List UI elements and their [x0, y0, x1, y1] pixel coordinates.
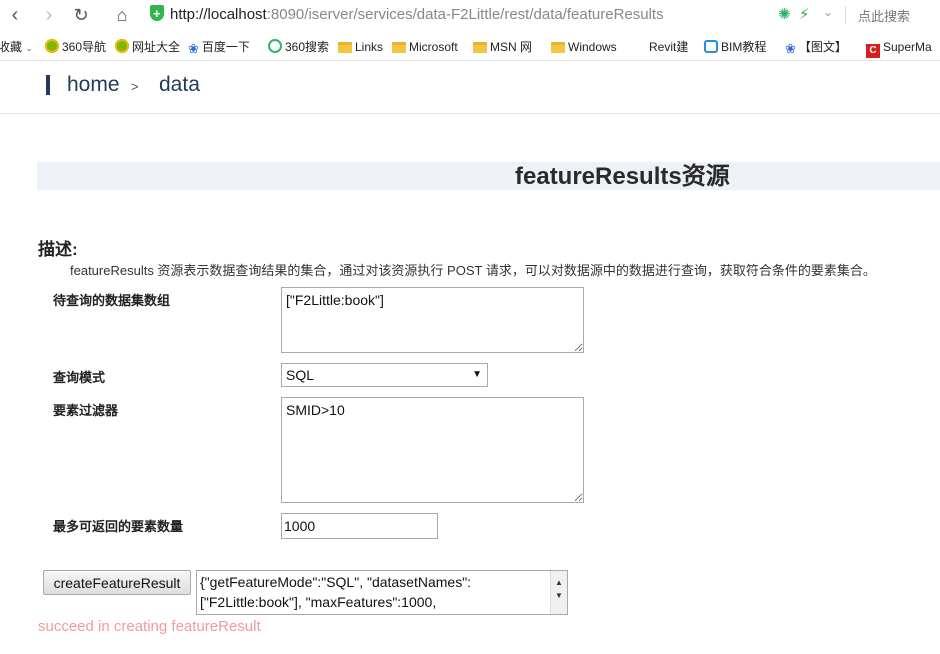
scroll-down-icon[interactable]: ▼: [555, 586, 563, 606]
breadcrumb-data-link[interactable]: data: [159, 72, 200, 98]
forward-icon[interactable]: ›: [38, 4, 60, 26]
json-line-2: ["F2Little:book"], "maxFeatures":1000,: [200, 594, 437, 610]
folder-icon: [551, 42, 565, 53]
json-line-1: {"getFeatureMode":"SQL", "datasetNames":: [200, 574, 472, 590]
bookmark-msn[interactable]: MSN 网: [473, 34, 532, 60]
search-hint[interactable]: 点此搜索: [858, 6, 910, 25]
mode-selected-value: SQL: [286, 367, 315, 383]
json-scrollbar[interactable]: ▲ ▼: [550, 571, 567, 614]
bookmark-baidu[interactable]: ❀ 百度一下: [188, 34, 250, 60]
bookmark-microsoft[interactable]: Microsoft: [392, 34, 458, 60]
bookmark-360nav[interactable]: 360导航: [45, 34, 106, 60]
reload-icon[interactable]: ↻: [70, 4, 92, 26]
bookmark-revit[interactable]: Revit建: [649, 34, 688, 60]
mode-select[interactable]: SQL ▼: [281, 363, 488, 387]
folder-icon: [473, 42, 487, 53]
bookmark-links[interactable]: Links: [338, 34, 383, 60]
breadcrumb-bar: [46, 75, 50, 95]
toolbar-divider: [845, 6, 846, 24]
page-title: featureResults资源: [515, 163, 730, 190]
chevron-down-icon: ⌄: [25, 43, 33, 53]
description-heading: 描述:: [38, 240, 78, 259]
baidu-paw-icon: ❀: [188, 41, 199, 56]
back-icon[interactable]: ‹: [4, 4, 26, 26]
status-message: succeed in creating featureResult: [38, 618, 261, 635]
baidu-paw-icon: ❀: [785, 41, 796, 56]
360-nav-icon: [45, 39, 59, 53]
url-path: :8090/iserver/services/data-F2Little/res…: [266, 6, 664, 23]
security-shield-icon: [150, 4, 164, 25]
title-band: featureResults资源: [37, 162, 940, 190]
folder-icon: [338, 42, 352, 53]
max-features-label: 最多可返回的要素数量: [53, 519, 184, 534]
folder-icon: [392, 42, 406, 53]
bookmark-windows[interactable]: Windows: [551, 34, 617, 60]
url-host: http://localhost: [170, 6, 267, 23]
mode-label: 查询模式: [53, 370, 106, 385]
bookmarks-bar: 收藏 ⌄ 360导航 网址大全 ❀ 百度一下 360搜索 Links Micros…: [0, 34, 940, 61]
datasets-label: 待查询的数据集数组: [53, 293, 171, 308]
request-json-textarea[interactable]: {"getFeatureMode":"SQL", "datasetNames":…: [196, 570, 568, 615]
bookmark-tuwen[interactable]: ❀ 【图文】: [785, 34, 847, 60]
bookmark-favorites[interactable]: 收藏 ⌄: [0, 34, 33, 60]
datasets-textarea[interactable]: ["F2Little:book"]: [281, 287, 584, 353]
supermap-icon: C: [866, 44, 880, 58]
dropdown-arrow-icon: ▼: [472, 369, 482, 380]
home-icon[interactable]: ⌂: [111, 4, 133, 26]
lightning-icon[interactable]: ⚡: [799, 5, 810, 23]
filter-label: 要素过滤器: [53, 403, 119, 418]
sync-icon[interactable]: ✺: [778, 5, 791, 23]
chevron-down-icon[interactable]: ⌄: [823, 5, 833, 19]
bookmark-sites[interactable]: 网址大全: [115, 34, 180, 60]
breadcrumb-separator: >: [131, 79, 139, 94]
360-nav-icon: [115, 39, 129, 53]
header-divider: [0, 113, 940, 114]
browser-toolbar: ‹ › ↻ ⌂ http://localhost:8090/iserver/se…: [0, 0, 940, 30]
address-bar[interactable]: http://localhost:8090/iserver/services/d…: [150, 4, 770, 26]
create-feature-result-button[interactable]: createFeatureResult: [43, 570, 191, 595]
bim-icon: [704, 40, 718, 53]
bookmark-bim[interactable]: BIM教程: [704, 34, 766, 60]
bookmark-supermap[interactable]: C SuperMa: [866, 34, 932, 60]
bookmark-360search[interactable]: 360搜索: [268, 34, 329, 60]
description-text: featureResults 资源表示数据查询结果的集合，通过对该资源执行 PO…: [70, 263, 876, 278]
360-search-icon: [268, 39, 282, 53]
max-features-input[interactable]: 1000: [281, 513, 438, 539]
filter-textarea[interactable]: SMID>10: [281, 397, 584, 503]
breadcrumb-home-link[interactable]: home: [67, 72, 120, 98]
